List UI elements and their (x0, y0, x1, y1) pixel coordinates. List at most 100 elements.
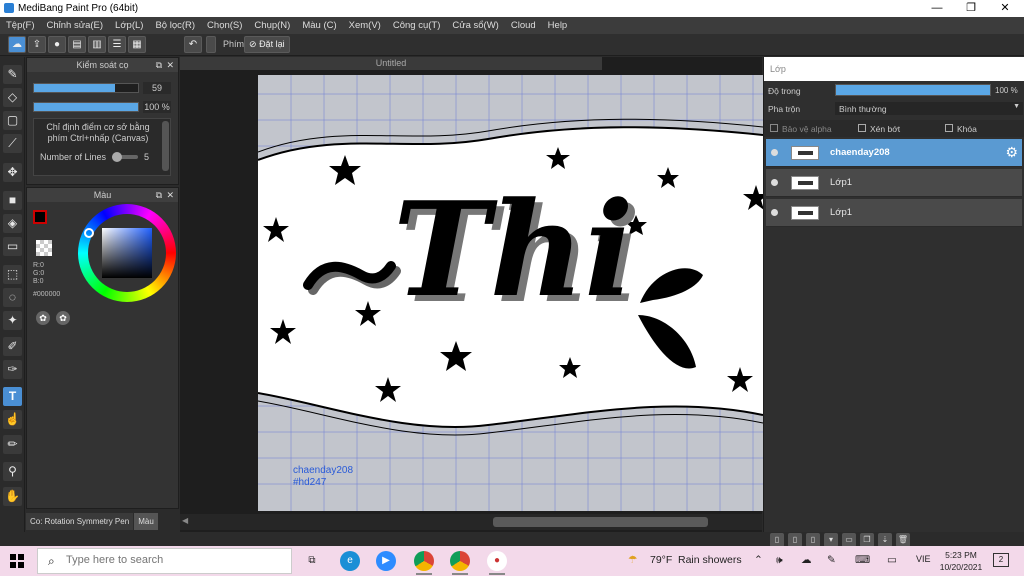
protect-alpha-checkbox[interactable] (770, 124, 778, 132)
comment-icon[interactable]: ● (48, 36, 66, 53)
medibang-taskbar-icon[interactable]: ● (487, 551, 507, 575)
weather-temp[interactable]: 79°F (650, 554, 672, 566)
lines-slider[interactable] (112, 152, 138, 162)
brush-size-value[interactable]: 59 (143, 82, 171, 94)
monitor-icon[interactable]: ▭ (887, 554, 897, 566)
select-pen-tool-icon[interactable]: ✐ (3, 337, 22, 356)
menu-cloud[interactable]: Cloud (505, 20, 542, 31)
brush-tool-icon[interactable]: ✎ (3, 65, 22, 84)
handle-icon[interactable] (206, 36, 216, 53)
panel-close-icon[interactable]: ✕ (166, 188, 174, 202)
clipping-checkbox[interactable] (858, 124, 866, 132)
notification-icon[interactable]: 2 (993, 553, 1009, 567)
windows-start-icon[interactable] (10, 554, 24, 568)
chrome-profile-icon[interactable] (450, 551, 470, 575)
hue-wheel[interactable] (78, 204, 176, 302)
volume-icon[interactable]: 🕪 (776, 554, 783, 567)
search-input[interactable] (66, 554, 276, 566)
lasso-tool-icon[interactable]: ◌ (3, 288, 22, 307)
hand-tool-icon[interactable]: ✋ (3, 487, 22, 506)
blur-tool-icon[interactable]: ✏ (3, 435, 22, 454)
hue-cursor[interactable] (84, 228, 94, 238)
artboard[interactable]: Thi Thi chaenday208 #hd247 (258, 75, 763, 511)
reset-button[interactable]: ⊘ Đặt lại (244, 36, 290, 53)
hint-scrollbar[interactable] (162, 121, 169, 171)
new-layer-icon[interactable]: ▯ (770, 533, 784, 547)
undo-icon[interactable]: ↶ (184, 36, 202, 53)
undock-icon[interactable]: ⧉ (156, 188, 162, 202)
move-tool-icon[interactable]: ✥ (3, 163, 22, 182)
color-tab[interactable]: Màu (134, 513, 158, 530)
layer-item[interactable]: chaenday208 ⚙ (766, 139, 1022, 167)
menu-help[interactable]: Help (542, 20, 574, 31)
cloud-icon[interactable]: ☁ (8, 36, 26, 53)
select-eraser-tool-icon[interactable]: ✑ (3, 360, 22, 379)
eyedropper-tool-icon[interactable]: ⚲ (3, 462, 22, 481)
menu-tools[interactable]: Công cụ(T) (387, 20, 447, 31)
menu-view[interactable]: Xem(V) (343, 20, 387, 31)
merge-down-icon[interactable]: ⇣ (878, 533, 892, 547)
maximize-button[interactable]: ❐ (954, 0, 988, 17)
document-icon[interactable]: ▥ (88, 36, 106, 53)
folder-icon[interactable]: ▭ (842, 533, 856, 547)
menu-edit[interactable]: Chỉnh sửa(E) (41, 20, 110, 31)
visibility-icon[interactable] (771, 179, 778, 186)
operation-tool-icon[interactable]: ☝ (3, 410, 22, 429)
weather-text[interactable]: Rain showers (678, 554, 742, 566)
task-view-icon[interactable]: ⧉ (302, 551, 322, 571)
close-button[interactable]: ✕ (988, 0, 1022, 17)
menu-snap[interactable]: Chụp(N) (248, 20, 296, 31)
text-tool-icon[interactable]: T (3, 387, 22, 406)
add-layer-menu-icon[interactable]: ▾ (824, 533, 838, 547)
menu-window[interactable]: Cửa sổ(W) (446, 20, 504, 31)
list-icon[interactable]: ☰ (108, 36, 126, 53)
chevron-up-icon[interactable]: ⌃ (754, 554, 763, 566)
weather-icon[interactable]: ☂ (628, 554, 637, 566)
magic-wand-tool-icon[interactable]: ✦ (3, 311, 22, 330)
delete-layer-icon[interactable]: 🗑 (896, 533, 910, 547)
zoom-icon[interactable]: ▶ (376, 551, 396, 571)
lock-checkbox[interactable] (945, 124, 953, 132)
menu-select[interactable]: Chọn(S) (201, 20, 248, 31)
keyboard-icon[interactable]: ⌨ (855, 554, 870, 566)
eraser-tool-icon[interactable]: ◇ (3, 88, 22, 107)
palette-icon[interactable]: ✿ (36, 311, 50, 325)
transparent-swatch[interactable] (36, 240, 52, 256)
rectangle-tool-icon[interactable]: ▢ (3, 111, 22, 130)
layer-opacity-slider[interactable] (835, 84, 991, 96)
chrome-icon[interactable] (414, 551, 434, 575)
taskbar-clock[interactable]: 5:23 PM 10/20/2021 (938, 549, 984, 573)
scroll-thumb[interactable] (493, 517, 708, 527)
cloud-tray-icon[interactable]: ☁ (801, 554, 812, 566)
undock-icon[interactable]: ⧉ (156, 58, 162, 72)
layer-item[interactable]: Lớp1 (766, 169, 1022, 197)
lines-slider-knob[interactable] (112, 152, 122, 162)
line-tool-icon[interactable]: ⟋ (3, 134, 22, 153)
fill-rect-tool-icon[interactable]: ■ (3, 191, 22, 210)
select-rect-tool-icon[interactable]: ⬚ (3, 265, 22, 284)
scroll-left-icon[interactable]: ◀ (182, 516, 188, 525)
taskbar-search[interactable]: ⌕ (37, 548, 292, 574)
chat-icon[interactable]: ▤ (68, 36, 86, 53)
pen-icon[interactable]: ✎ (827, 554, 836, 566)
minimize-button[interactable]: — (920, 0, 954, 17)
blend-mode-select[interactable]: Bình thường ▼ (835, 102, 1023, 115)
panel-close-icon[interactable]: ✕ (166, 58, 174, 72)
menu-file[interactable]: Tệp(F) (0, 20, 41, 31)
saturation-value-square[interactable] (102, 228, 152, 278)
menu-filter[interactable]: Bộ lọc(R) (149, 20, 201, 31)
edge-icon[interactable]: e (340, 551, 360, 571)
gear-icon[interactable]: ⚙ (1005, 144, 1018, 161)
grid-icon[interactable]: ▦ (128, 36, 146, 53)
menu-layer[interactable]: Lớp(L) (109, 20, 149, 31)
menu-color[interactable]: Màu (C) (296, 20, 342, 31)
layer-item[interactable]: Lớp1 (766, 199, 1022, 227)
bucket-tool-icon[interactable]: ◈ (3, 214, 22, 233)
language-indicator[interactable]: VIE (916, 554, 931, 564)
share-icon[interactable]: ⇪ (28, 36, 46, 53)
duplicate-layer-icon[interactable]: ❐ (860, 533, 874, 547)
new-halftone-layer-icon[interactable]: ▯ (806, 533, 820, 547)
visibility-icon[interactable] (771, 149, 778, 156)
primary-color-swatch[interactable] (33, 210, 47, 224)
gradient-tool-icon[interactable]: ▭ (3, 237, 22, 256)
